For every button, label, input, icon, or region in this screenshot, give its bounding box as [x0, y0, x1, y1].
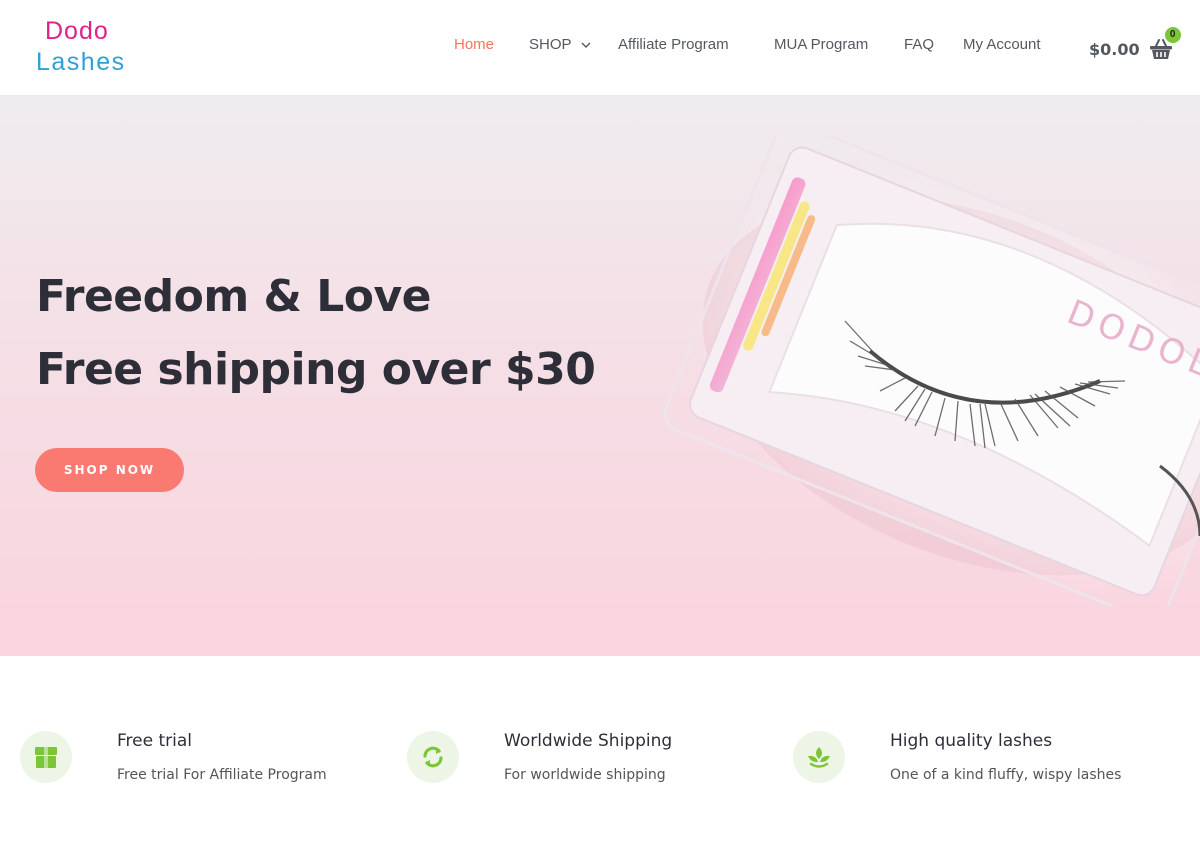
feature-worldwide-shipping: Worldwide Shipping For worldwide shippin…: [407, 731, 767, 801]
hero-title: Freedom & Love: [36, 271, 432, 322]
nav-shop-label: SHOP: [529, 36, 572, 53]
nav-shop[interactable]: SHOP: [529, 36, 592, 53]
hero-banner: DODOLA Freedom & Love Free shipping over…: [0, 96, 1200, 656]
nav-affiliate-program[interactable]: Affiliate Program: [618, 36, 729, 53]
site-header: Dodo Lashes Home SHOP Affiliate Program …: [0, 0, 1200, 96]
feature-title: Free trial: [117, 731, 192, 751]
feature-text: Free trial For Affiliate Program: [117, 767, 327, 783]
logo-text-dodo: Dodo: [45, 17, 109, 45]
feature-title: Worldwide Shipping: [504, 731, 673, 751]
chevron-down-icon: [581, 42, 591, 48]
lash-product-image: DODOLA: [663, 136, 1200, 606]
feature-title: High quality lashes: [890, 731, 1053, 751]
site-logo[interactable]: Dodo Lashes: [36, 17, 146, 79]
box-icon-graphic: [35, 747, 57, 768]
feature-high-quality-lashes: High quality lashes One of a kind fluffy…: [793, 731, 1173, 801]
leaf-icon: [793, 731, 845, 783]
feature-free-trial: Free trial Free trial For Affiliate Prog…: [20, 731, 380, 801]
shop-now-button[interactable]: SHOP NOW: [35, 448, 184, 492]
features-section: Free trial Free trial For Affiliate Prog…: [0, 656, 1200, 850]
nav-mua-program[interactable]: MUA Program: [774, 36, 868, 53]
cart-widget[interactable]: $0.00 0: [1089, 27, 1181, 66]
nav-my-account[interactable]: My Account: [963, 36, 1041, 53]
box-icon: [20, 731, 72, 783]
leaf-icon-graphic: [808, 747, 830, 768]
hero-subtitle: Free shipping over $30: [36, 344, 596, 395]
cart-total: $0.00: [1089, 39, 1140, 59]
nav-faq[interactable]: FAQ: [904, 36, 934, 53]
feature-text: One of a kind fluffy, wispy lashes: [890, 767, 1122, 783]
nav-home[interactable]: Home: [454, 36, 494, 53]
feature-text: For worldwide shipping: [504, 767, 666, 783]
cart-count-badge: 0: [1164, 27, 1181, 43]
logo-text-lashes: Lashes: [36, 48, 126, 76]
refresh-icon: [407, 731, 459, 783]
basket-icon[interactable]: 0: [1148, 27, 1181, 62]
refresh-icon-graphic: [423, 746, 443, 768]
